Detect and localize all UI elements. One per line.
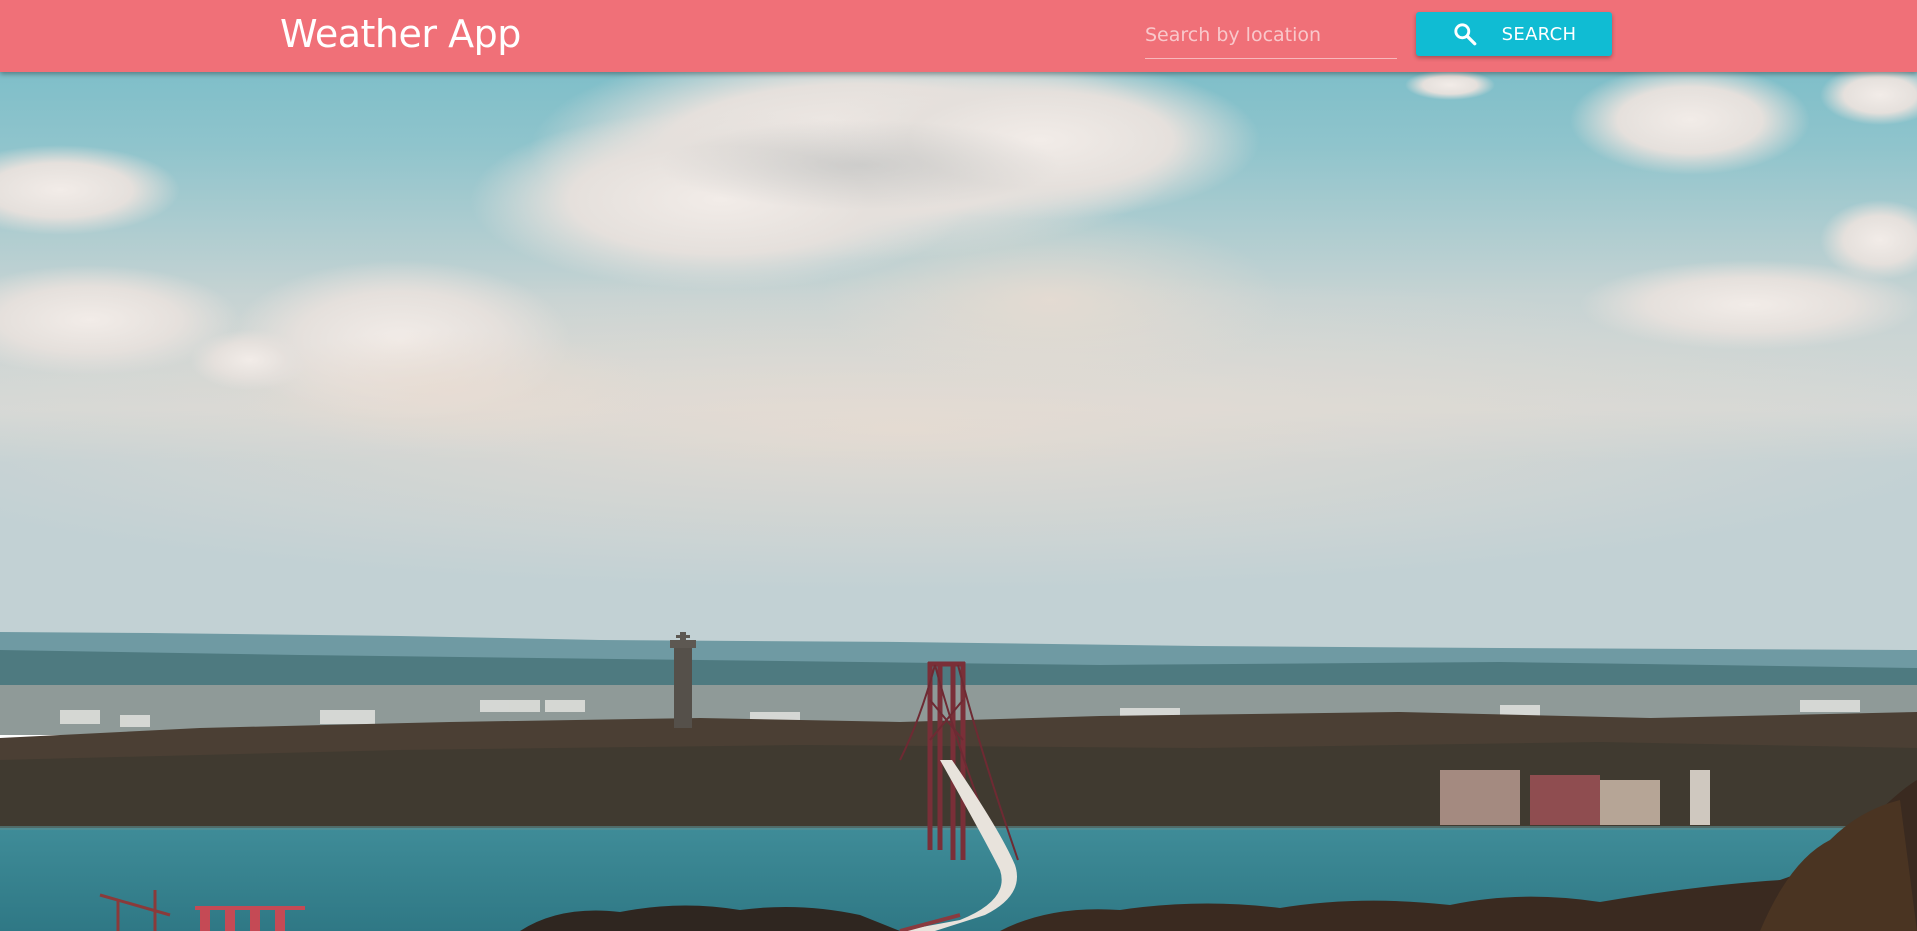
search-button-label: SEARCH — [1501, 23, 1577, 45]
top-app-bar: Weather App SEARCH — [0, 0, 1917, 72]
app-root: Weather App SEARCH — [0, 0, 1917, 931]
search-field[interactable] — [1145, 14, 1397, 59]
search-icon — [1454, 23, 1477, 46]
search-input[interactable] — [1145, 20, 1397, 50]
search-button[interactable]: SEARCH — [1416, 12, 1612, 56]
app-title: Weather App — [280, 12, 521, 56]
background-image — [0, 0, 1917, 931]
